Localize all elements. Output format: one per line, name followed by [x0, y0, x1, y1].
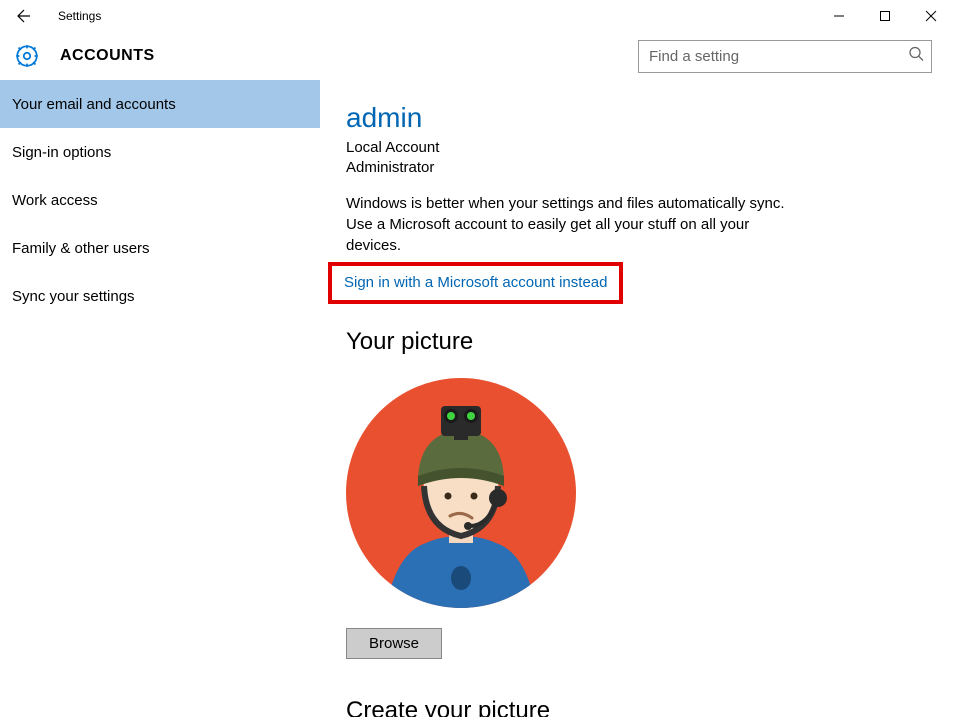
main: Your email and accounts Sign-in options … [0, 80, 954, 717]
minimize-button[interactable] [816, 0, 862, 32]
titlebar: Settings [0, 0, 954, 32]
sidebar-item-work-access[interactable]: Work access [0, 176, 320, 224]
account-type: Local Account [346, 138, 928, 158]
page-section-title: ACCOUNTS [60, 47, 155, 65]
sidebar-item-label: Work access [12, 192, 98, 209]
search-container [638, 40, 932, 73]
back-arrow-icon [16, 8, 32, 24]
sidebar-item-sync-settings[interactable]: Sync your settings [0, 272, 320, 320]
sidebar-item-email-accounts[interactable]: Your email and accounts [0, 80, 320, 128]
sidebar-item-label: Sync your settings [12, 288, 135, 305]
settings-gear-icon [12, 41, 42, 71]
window-title: Settings [48, 9, 101, 23]
minimize-icon [833, 10, 845, 22]
header: ACCOUNTS [0, 32, 954, 80]
maximize-button[interactable] [862, 0, 908, 32]
browse-button[interactable]: Browse [346, 628, 442, 659]
sidebar: Your email and accounts Sign-in options … [0, 80, 320, 717]
avatar-image [346, 378, 576, 608]
username-heading: admin [346, 102, 928, 134]
sidebar-item-label: Family & other users [12, 240, 150, 257]
avatar-container [346, 378, 928, 608]
account-description: Windows is better when your settings and… [346, 193, 806, 256]
profile-avatar [346, 378, 576, 608]
sidebar-item-signin-options[interactable]: Sign-in options [0, 128, 320, 176]
sidebar-item-family-users[interactable]: Family & other users [0, 224, 320, 272]
search-input[interactable] [638, 40, 932, 73]
sidebar-item-label: Sign-in options [12, 144, 111, 161]
account-role: Administrator [346, 158, 928, 178]
maximize-icon [879, 10, 891, 22]
content: admin Local Account Administrator Window… [320, 80, 954, 717]
annotation-highlight: Sign in with a Microsoft account instead [328, 262, 623, 304]
close-icon [925, 10, 937, 22]
sidebar-item-label: Your email and accounts [12, 96, 176, 113]
back-button[interactable] [0, 0, 48, 32]
create-picture-heading: Create your picture [346, 697, 928, 717]
signin-microsoft-link[interactable]: Sign in with a Microsoft account instead [344, 274, 607, 291]
your-picture-heading: Your picture [346, 328, 928, 356]
close-button[interactable] [908, 0, 954, 32]
